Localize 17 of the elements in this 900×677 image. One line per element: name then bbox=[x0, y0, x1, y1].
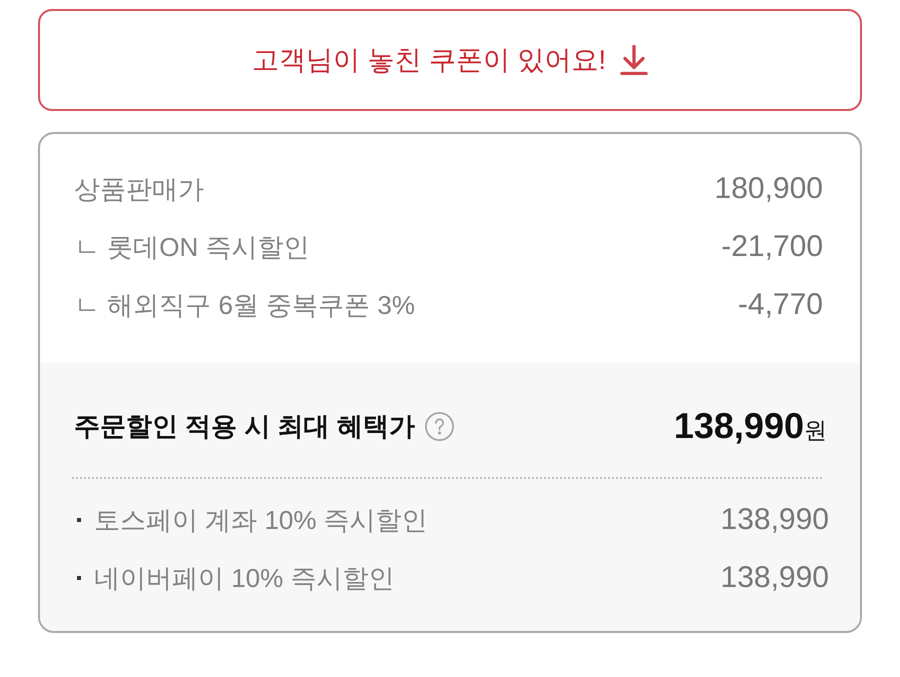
price-amount: -4,770 bbox=[738, 288, 823, 322]
price-label: ㄴ 해외직구 6월 중복쿠폰 3% bbox=[74, 288, 415, 322]
download-icon bbox=[620, 45, 648, 75]
offer-label: 네이버페이 10% 즉시할인 bbox=[94, 562, 394, 594]
offer-label: 토스페이 계좌 10% 즉시할인 bbox=[94, 504, 428, 536]
coupon-download-button[interactable]: 고객님이 놓친 쿠폰이 있어요! bbox=[38, 9, 862, 111]
offer-amount: 138,990 bbox=[720, 503, 829, 537]
offer-amount: 138,990 bbox=[720, 561, 829, 595]
benefit-price: 138,990원 bbox=[674, 405, 827, 447]
help-icon[interactable] bbox=[424, 412, 454, 440]
price-amount: -21,700 bbox=[721, 230, 823, 264]
bullet-icon bbox=[77, 518, 81, 522]
price-label: ㄴ 롯데ON 즉시할인 bbox=[74, 230, 310, 264]
benefit-title: 주문할인 적용 시 최대 혜택가 bbox=[74, 410, 415, 442]
bullet-icon bbox=[77, 576, 81, 580]
price-label: 상품판매가 bbox=[74, 172, 204, 206]
price-amount: 180,900 bbox=[714, 172, 823, 206]
